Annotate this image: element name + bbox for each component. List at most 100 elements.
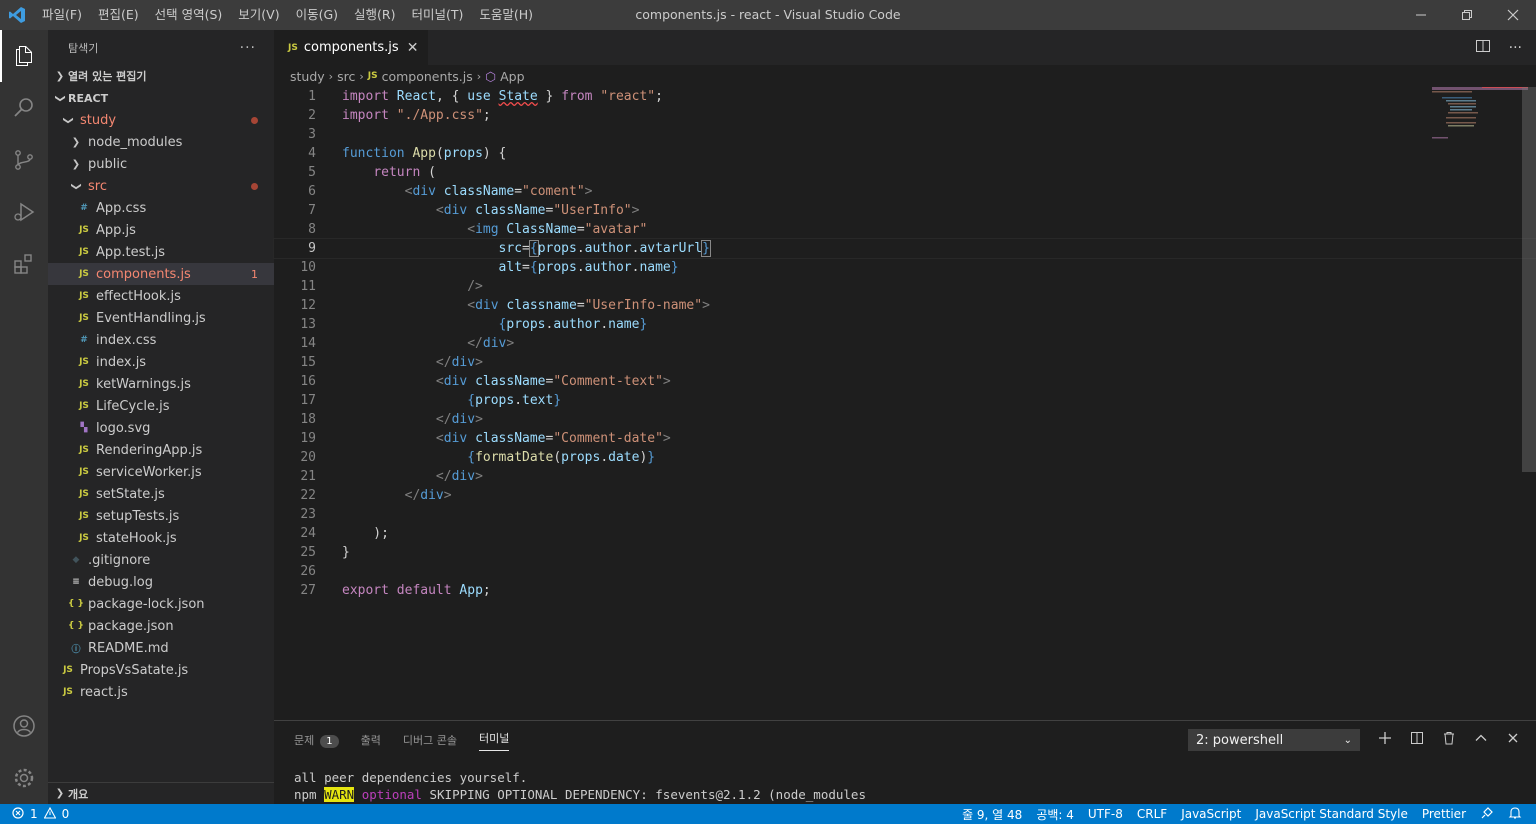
- tree-item[interactable]: ❯ public: [48, 153, 274, 175]
- breadcrumb-item[interactable]: study: [290, 69, 325, 84]
- tree-item[interactable]: # index.css: [48, 329, 274, 351]
- tree-item[interactable]: { } package.json: [48, 615, 274, 637]
- terminal-select[interactable]: 2: powershell ⌄: [1188, 729, 1360, 751]
- tree-item[interactable]: JS setupTests.js: [48, 505, 274, 527]
- tree-item[interactable]: ❯ study: [48, 109, 274, 131]
- encoding[interactable]: UTF-8: [1088, 807, 1123, 821]
- feedback-icon[interactable]: [1480, 806, 1494, 823]
- js-file-icon: JS: [63, 665, 73, 675]
- end-of-line[interactable]: CRLF: [1137, 807, 1167, 821]
- tree-item[interactable]: ⓘ README.md: [48, 637, 274, 659]
- more-actions-icon[interactable]: ···: [240, 40, 256, 56]
- close-icon[interactable]: [1490, 0, 1536, 30]
- explorer-icon[interactable]: [0, 30, 48, 82]
- tab-components-js[interactable]: JS components.js ✕: [274, 30, 429, 65]
- split-editor-icon[interactable]: [1475, 38, 1491, 58]
- menu-bar: 파일(F) 편집(E) 선택 영역(S) 보기(V) 이동(G) 실행(R) 터미널(T) 도…: [34, 0, 541, 30]
- source-control-icon[interactable]: [0, 134, 48, 186]
- restore-icon[interactable]: [1444, 0, 1490, 30]
- menu-item[interactable]: 이동(G): [288, 0, 346, 30]
- js-file-icon: JS: [79, 357, 89, 367]
- notifications-bell-icon[interactable]: [1508, 806, 1522, 823]
- tree-item[interactable]: JS PropsVsSatate.js: [48, 659, 274, 681]
- tree-item[interactable]: { } package-lock.json: [48, 593, 274, 615]
- kill-terminal-icon[interactable]: [1442, 731, 1456, 749]
- split-terminal-icon[interactable]: [1410, 731, 1424, 749]
- minimap[interactable]: [1432, 87, 1528, 147]
- tree-item[interactable]: ▚ logo.svg: [48, 417, 274, 439]
- tree-item[interactable]: JS ketWarnings.js: [48, 373, 274, 395]
- tree-item[interactable]: ❯ node_modules: [48, 131, 274, 153]
- problems-status[interactable]: 1 0: [0, 806, 69, 822]
- close-tab-icon[interactable]: ✕: [407, 40, 419, 56]
- outline-section[interactable]: ❯ 개요: [48, 782, 274, 804]
- bottom-panel: 문제 1 출력 디버그 콘솔 터미널 2: powershell ⌄ all pe…: [274, 720, 1536, 804]
- tree-item-label: setupTests.js: [96, 508, 180, 524]
- menu-item[interactable]: 선택 영역(S): [147, 0, 231, 30]
- log-file-icon: ≡: [72, 577, 80, 587]
- close-panel-icon[interactable]: [1506, 731, 1520, 749]
- account-icon[interactable]: [0, 700, 48, 752]
- tab-problems[interactable]: 문제 1: [294, 732, 339, 748]
- tree-item[interactable]: JS stateHook.js: [48, 527, 274, 549]
- js-file-icon: JS: [79, 467, 89, 477]
- more-actions-icon[interactable]: ···: [1509, 40, 1522, 56]
- tree-item[interactable]: JS RenderingApp.js: [48, 439, 274, 461]
- tree-item[interactable]: ◆ .gitignore: [48, 549, 274, 571]
- language-mode[interactable]: JavaScript: [1181, 807, 1241, 821]
- menu-item[interactable]: 편집(E): [90, 0, 147, 30]
- extensions-icon[interactable]: [0, 238, 48, 290]
- tree-item[interactable]: JS EventHandling.js: [48, 307, 274, 329]
- tree-item[interactable]: JS serviceWorker.js: [48, 461, 274, 483]
- minimize-icon[interactable]: [1398, 0, 1444, 30]
- modified-dot-icon: [251, 182, 258, 190]
- menu-item[interactable]: 보기(V): [230, 0, 287, 30]
- tree-item[interactable]: JS effectHook.js: [48, 285, 274, 307]
- chevron-down-icon: ⌄: [1343, 734, 1352, 746]
- tree-item[interactable]: # App.css: [48, 197, 274, 219]
- tab-output[interactable]: 출력: [361, 732, 381, 748]
- chevron-right-icon: ❯: [71, 158, 81, 170]
- breadcrumb-item[interactable]: src: [337, 69, 355, 84]
- settings-gear-icon[interactable]: [0, 752, 48, 804]
- linter-status[interactable]: JavaScript Standard Style: [1255, 807, 1408, 821]
- chevron-down-icon: ❯: [62, 115, 74, 125]
- run-debug-icon[interactable]: [0, 186, 48, 238]
- tree-item[interactable]: JS components.js 1: [48, 263, 274, 285]
- search-icon[interactable]: [0, 82, 48, 134]
- code-editor[interactable]: 1 import React, { use State } from "react…: [273, 87, 1536, 720]
- open-editors-label: 열려 있는 편집기: [68, 70, 147, 83]
- menu-item[interactable]: 터미널(T): [404, 0, 472, 30]
- terminal-output[interactable]: all peer dependencies yourself. npm WARN …: [294, 769, 866, 803]
- js-file-icon: JS: [63, 687, 73, 697]
- editor-scrollbar[interactable]: [1522, 87, 1536, 472]
- react-root-section[interactable]: ❯ REACT: [48, 87, 274, 109]
- menu-item[interactable]: 실행(R): [346, 0, 403, 30]
- formatter-status[interactable]: Prettier: [1422, 807, 1466, 821]
- indentation[interactable]: 공백: 4: [1036, 806, 1074, 823]
- js-file-icon: JS: [79, 247, 89, 257]
- cursor-position[interactable]: 줄 9, 열 48: [962, 806, 1022, 823]
- open-editors-section[interactable]: ❯ 열려 있는 편집기: [48, 65, 274, 87]
- tree-item[interactable]: ❯ src: [48, 175, 274, 197]
- tree-item[interactable]: JS index.js: [48, 351, 274, 373]
- editor-tabs: JS components.js ✕ ···: [274, 30, 1536, 65]
- menu-item[interactable]: 파일(F): [34, 0, 90, 30]
- breadcrumb-item[interactable]: components.js: [382, 69, 473, 84]
- tree-item[interactable]: JS setState.js: [48, 483, 274, 505]
- vscode-logo-icon[interactable]: [0, 0, 34, 30]
- breadcrumb-item[interactable]: App: [500, 69, 524, 84]
- tree-item[interactable]: JS react.js: [48, 681, 274, 703]
- title-bar: 파일(F) 편집(E) 선택 영역(S) 보기(V) 이동(G) 실행(R) 터미널(T) 도…: [0, 0, 1536, 30]
- tab-debug-console[interactable]: 디버그 콘솔: [403, 732, 457, 748]
- maximize-panel-icon[interactable]: [1474, 731, 1488, 749]
- menu-item[interactable]: 도움말(H): [471, 0, 541, 30]
- tree-item[interactable]: JS LifeCycle.js: [48, 395, 274, 417]
- tree-item-label: LifeCycle.js: [96, 398, 170, 414]
- tab-terminal[interactable]: 터미널: [478, 730, 510, 751]
- tree-item[interactable]: ≡ debug.log: [48, 571, 274, 593]
- tree-item[interactable]: JS App.js: [48, 219, 274, 241]
- new-terminal-icon[interactable]: [1378, 731, 1392, 749]
- terminal-select-value: 2: powershell: [1196, 732, 1284, 748]
- tree-item[interactable]: JS App.test.js: [48, 241, 274, 263]
